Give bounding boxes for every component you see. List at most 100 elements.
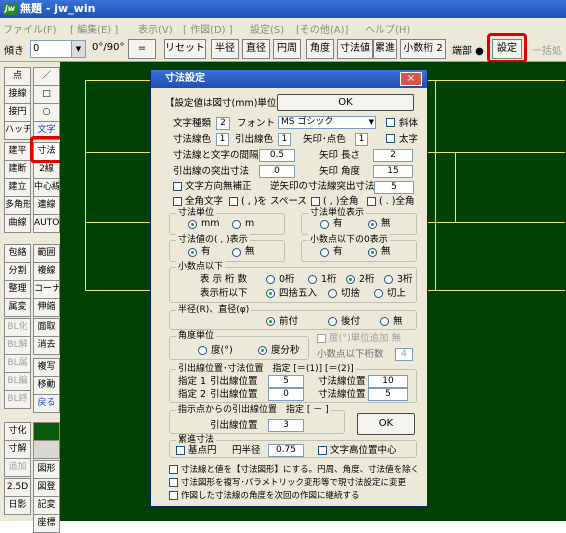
decimal-button[interactable]: 小数桁 2 bbox=[400, 39, 446, 59]
text-center-checkbox[interactable] bbox=[318, 446, 327, 455]
digits-1-radio[interactable] bbox=[308, 275, 317, 284]
circumference-button[interactable]: 円周 bbox=[273, 39, 301, 59]
equal-button[interactable]: = bbox=[128, 39, 156, 59]
menu-view[interactable]: 表示(V) bbox=[138, 21, 173, 36]
tool-range[interactable]: 範囲 bbox=[33, 244, 60, 263]
font-select[interactable]: MS ゴシック ▼ bbox=[278, 116, 376, 129]
digits-2-radio[interactable] bbox=[346, 275, 355, 284]
tool-offset[interactable]: 複線 bbox=[33, 262, 60, 281]
tool-attr-change[interactable]: 属変 bbox=[4, 298, 31, 317]
angle-decimals-input[interactable]: 4 bbox=[395, 348, 413, 361]
tool-envelope[interactable]: 包絡 bbox=[4, 244, 31, 263]
radius-suffix-radio[interactable] bbox=[328, 317, 337, 326]
zero-no-radio[interactable] bbox=[368, 248, 377, 257]
tool-chamfer[interactable]: 面取 bbox=[33, 318, 60, 337]
spec1-leader-input[interactable]: 5 bbox=[268, 375, 304, 388]
tool-hatch[interactable]: ハッチ bbox=[4, 121, 31, 140]
tool-dim-make[interactable]: 寸化 bbox=[4, 422, 31, 441]
tool-elevation[interactable]: 建立 bbox=[4, 178, 31, 197]
arrow-color-input[interactable]: 1 bbox=[355, 133, 368, 146]
keep-angle-checkbox[interactable] bbox=[169, 491, 178, 500]
rotate-label[interactable]: 0°/90° bbox=[92, 42, 124, 53]
bold-checkbox[interactable] bbox=[386, 134, 395, 143]
spec2-leader-input[interactable]: 0 bbox=[268, 388, 304, 401]
menu-edit[interactable]: [ 編集(E) ] bbox=[70, 21, 118, 36]
tool-text-change[interactable]: 記変 bbox=[33, 496, 60, 515]
text-gap-input[interactable]: 0.5 bbox=[259, 149, 295, 162]
chevron-down-icon[interactable]: ▼ bbox=[369, 117, 374, 128]
tool-arrange[interactable]: 整理 bbox=[4, 280, 31, 299]
font-type-input[interactable]: 2 bbox=[216, 117, 230, 130]
menu-file[interactable]: ファイル(F) bbox=[3, 21, 57, 36]
digits-3-radio[interactable] bbox=[384, 275, 393, 284]
leader-color-input[interactable]: 1 bbox=[278, 133, 291, 146]
tool-auto[interactable]: AUTO bbox=[33, 214, 60, 233]
dim-value-button[interactable]: 寸法値 bbox=[337, 39, 373, 59]
menu-draw[interactable]: [ 作図(D) ] bbox=[183, 21, 233, 36]
angle-dms-radio[interactable] bbox=[258, 346, 267, 355]
fullwidth-checkbox[interactable] bbox=[173, 197, 182, 206]
tool-shadow[interactable]: 日影 bbox=[4, 496, 31, 515]
tool-section[interactable]: 建断 bbox=[4, 160, 31, 179]
rev-arrow-input[interactable]: 5 bbox=[374, 181, 414, 194]
tool-bl-edit[interactable]: BL編 bbox=[4, 372, 31, 391]
tool-stretch[interactable]: 伸縮 bbox=[33, 298, 60, 317]
unit-show-yes-radio[interactable] bbox=[320, 220, 329, 229]
endpoint-label[interactable]: 端部 ● bbox=[452, 42, 484, 57]
zero-yes-radio[interactable] bbox=[320, 248, 329, 257]
dim-line-color-input[interactable]: 1 bbox=[216, 133, 229, 146]
leader-ext-input[interactable]: 0 bbox=[259, 165, 295, 178]
menu-other[interactable]: [その他(A)] bbox=[296, 21, 348, 36]
tool-bl-release[interactable]: BL解 bbox=[4, 336, 31, 355]
comma-full-checkbox[interactable] bbox=[311, 197, 320, 206]
tool-circle[interactable]: ○ bbox=[33, 103, 60, 122]
digits-0-radio[interactable] bbox=[266, 275, 275, 284]
radius-none-radio[interactable] bbox=[380, 317, 389, 326]
tool-coordinate[interactable]: 座標 bbox=[33, 514, 60, 533]
angle-degree-radio[interactable] bbox=[198, 346, 207, 355]
tool-plan[interactable]: 建平 bbox=[4, 142, 31, 161]
tool-bl-make[interactable]: BL化 bbox=[4, 318, 31, 337]
cumulative-button[interactable]: 累進 bbox=[373, 39, 397, 59]
unit-m-radio[interactable] bbox=[232, 220, 241, 229]
circle-radius-input[interactable]: 0.75 bbox=[268, 444, 304, 457]
reset-button[interactable]: リセット bbox=[164, 39, 206, 59]
tool-curve[interactable]: 曲線 bbox=[4, 214, 31, 233]
unit-mm-radio[interactable] bbox=[188, 220, 197, 229]
menu-help[interactable]: ヘルプ(H) bbox=[365, 21, 410, 36]
comma-space-checkbox[interactable] bbox=[229, 197, 238, 206]
unit-show-no-radio[interactable] bbox=[368, 220, 377, 229]
dot-full-checkbox[interactable] bbox=[367, 197, 376, 206]
tool-tangent[interactable]: 接線 bbox=[4, 85, 31, 104]
tool-center-line[interactable]: 中心線 bbox=[33, 178, 60, 197]
spec2-dim-input[interactable]: 5 bbox=[368, 388, 408, 401]
dim-figure-update-checkbox[interactable] bbox=[169, 478, 178, 487]
tool-tangent-circle[interactable]: 接円 bbox=[4, 103, 31, 122]
tool-divide[interactable]: 分割 bbox=[4, 262, 31, 281]
tool-bl-attr[interactable]: BL属 bbox=[4, 354, 31, 373]
round-up-radio[interactable] bbox=[374, 289, 383, 298]
dim-figure-checkbox[interactable] bbox=[169, 465, 178, 474]
italic-checkbox[interactable] bbox=[386, 118, 395, 127]
point-leader-input[interactable]: 3 bbox=[268, 419, 304, 432]
tool-move[interactable]: 移動 bbox=[33, 376, 60, 395]
tool-rect[interactable]: □ bbox=[33, 85, 60, 104]
tool-polygon[interactable]: 多角形 bbox=[4, 196, 31, 215]
menu-settings[interactable]: 設定(S) bbox=[250, 21, 284, 36]
tool-line[interactable]: ／ bbox=[33, 67, 60, 86]
tool-add[interactable]: 追加 bbox=[4, 458, 31, 477]
base-circle-checkbox[interactable] bbox=[176, 446, 185, 455]
deg-suffix-checkbox[interactable] bbox=[317, 334, 326, 343]
radius-prefix-radio[interactable] bbox=[266, 317, 275, 326]
arrow-length-input[interactable]: 2 bbox=[373, 149, 413, 162]
comma-no-radio[interactable] bbox=[232, 248, 241, 257]
tool-undo[interactable]: 戻る bbox=[33, 394, 60, 413]
diameter-button[interactable]: 直径 bbox=[242, 39, 270, 59]
round-half-radio[interactable] bbox=[266, 289, 275, 298]
ok-button-top[interactable]: OK bbox=[277, 94, 414, 111]
angle-button[interactable]: 角度 bbox=[306, 39, 334, 59]
tool-bl-end[interactable]: BL終 bbox=[4, 390, 31, 409]
tool-copy[interactable]: 複写 bbox=[33, 358, 60, 377]
tool-dim-release[interactable]: 寸解 bbox=[4, 440, 31, 459]
text-dir-checkbox[interactable] bbox=[173, 182, 182, 191]
